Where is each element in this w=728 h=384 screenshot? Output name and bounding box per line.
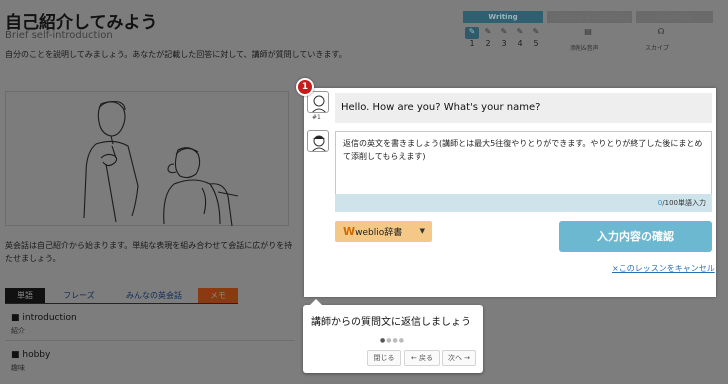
tab-divider [5, 303, 238, 304]
tab-community[interactable]: みんなの英会話 [113, 288, 195, 303]
step-5[interactable]: ✎ 5 [529, 27, 543, 48]
headset-icon: ☊ [657, 27, 665, 36]
step-1[interactable]: ✎ 1 [465, 27, 479, 48]
step-2[interactable]: ✎ 2 [481, 27, 495, 48]
word-entry-term[interactable]: ■ hobby [11, 350, 50, 360]
reply-placeholder: 返信の英文を書きましょう(講師とは最大5往復やりとりができます。やりとりが終了し… [343, 139, 703, 161]
tooltip-next-button[interactable]: 次へ → [442, 350, 476, 366]
pencil-icon: ✎ [532, 27, 540, 36]
tooltip-close-button[interactable]: 閉じる [367, 350, 401, 366]
word-counter: 0/100単語入力 [335, 194, 712, 212]
two-people-illustration [83, 101, 239, 227]
word-entry-meaning: 趣味 [11, 364, 25, 372]
correction-audio-label: 添削&音声 [570, 45, 599, 52]
weblio-label: weblio辞書 [355, 228, 403, 238]
step-reading-listening[interactable]: Reading & Listening [547, 11, 632, 23]
step-badge: 1 [296, 78, 314, 96]
user-face-icon [312, 135, 326, 151]
step-writing[interactable]: Writing [463, 11, 543, 23]
weblio-logo-icon: W [343, 225, 356, 238]
tooltip-text: 講師からの質問文に返信しましょう [311, 317, 471, 328]
teacher-face-icon [312, 95, 326, 112]
confirm-input-button[interactable]: 入力内容の確認 [559, 221, 712, 252]
tooltip-arrow [310, 299, 322, 305]
pencil-icon: ✎ [465, 27, 479, 39]
lesson-illustration [5, 91, 289, 227]
pencil-icon: ✎ [484, 27, 492, 36]
pencil-icon: ✎ [500, 27, 508, 36]
teacher-question: Hello. How are you? What's your name? [335, 93, 712, 123]
user-avatar [307, 130, 329, 152]
word-entry-term[interactable]: ■ introduction [11, 313, 77, 323]
skype-label: スカイプ [645, 45, 670, 52]
lesson-steps: Writing Reading & Listening Speaking [463, 11, 713, 23]
tour-tooltip: 講師からの質問文に返信しましょう ●●●● 閉じる ← 戻る 次へ → [303, 299, 483, 373]
pencil-icon: ✎ [516, 27, 524, 36]
weblio-dictionary-button[interactable]: Wweblio辞書 ▼ [335, 221, 432, 242]
step-3[interactable]: ✎ 3 [497, 27, 511, 48]
skype-step[interactable]: ☊ [654, 27, 668, 39]
tab-words[interactable]: 単語 [5, 288, 45, 303]
tooltip-pagination: ●●●● [380, 337, 405, 344]
tooltip-back-button[interactable]: ← 戻る [404, 350, 440, 366]
step-tools: ✎ 1 ✎ 2 ✎ 3 ✎ 4 ✎ 5 ▤ 添削&音声 ☊ スカイプ [463, 27, 713, 53]
chevron-down-icon: ▼ [419, 227, 425, 235]
step-speaking[interactable]: Speaking [636, 11, 713, 23]
teacher-label: #1 [312, 114, 321, 121]
correction-audio-step[interactable]: ▤ [581, 27, 595, 39]
word-count-limit: /100単語入力 [662, 199, 706, 207]
cancel-lesson-link[interactable]: ×このレッスンをキャンセル [612, 263, 715, 274]
page-subtitle: Brief self-introduction [5, 30, 113, 41]
chat-panel: #1 Hello. How are you? What's your name?… [304, 88, 716, 297]
tab-phrases[interactable]: フレーズ [49, 288, 109, 303]
word-entry-meaning: 紹介 [11, 327, 25, 335]
document-icon: ▤ [584, 27, 592, 36]
word-divider [5, 340, 295, 341]
step-4[interactable]: ✎ 4 [513, 27, 527, 48]
tab-memo[interactable]: メモ [198, 288, 238, 303]
lesson-note: 英会話は自己紹介から始まります。単純な表現を組み合わせて会話に広がりを持たせまし… [5, 241, 293, 263]
page-description: 自分のことを説明してみましょう。あなたが記載した回答に対して、講師が質問していき… [5, 50, 347, 59]
teacher-avatar [307, 91, 329, 113]
